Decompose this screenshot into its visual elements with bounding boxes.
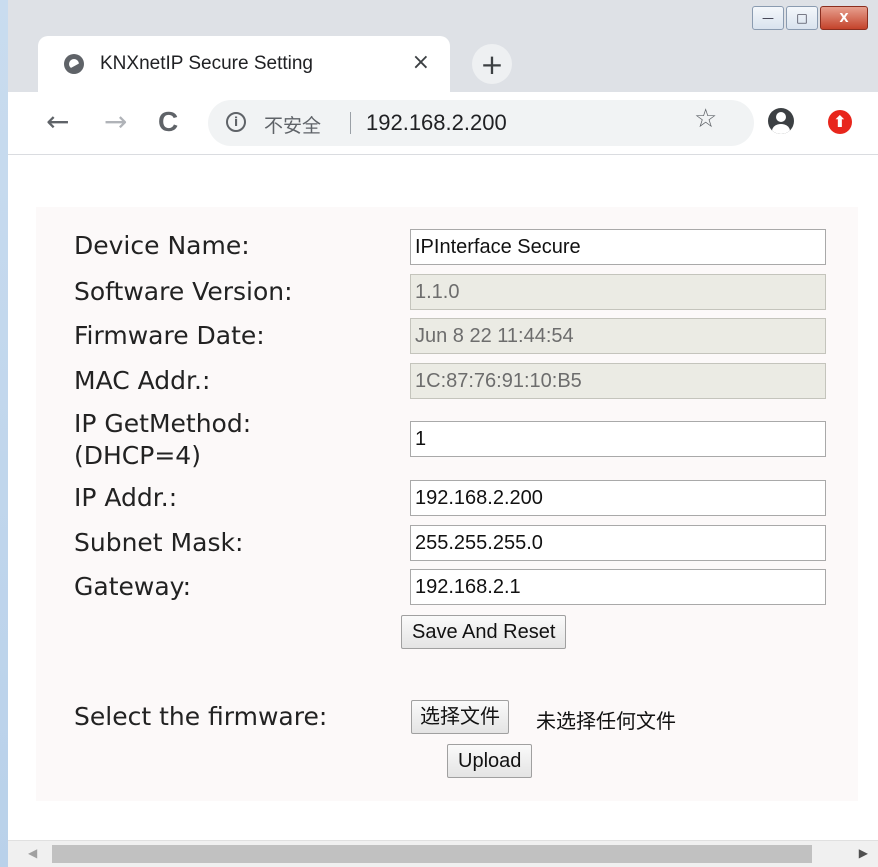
- url-text[interactable]: 192.168.2.200: [366, 110, 507, 136]
- software-version-field: 1.1.0: [410, 274, 826, 310]
- subnet-mask-input[interactable]: 255.255.255.0: [410, 525, 826, 561]
- ip-addr-input[interactable]: 192.168.2.200: [410, 480, 826, 516]
- scroll-thumb[interactable]: [52, 845, 812, 863]
- active-tab[interactable]: KNXnetIP Secure Setting ×: [38, 36, 450, 92]
- bookmark-star-icon[interactable]: ☆: [694, 104, 717, 134]
- ip-getmethod-input[interactable]: 1: [410, 421, 826, 457]
- reload-icon[interactable]: C: [158, 106, 178, 138]
- select-firmware-label: Select the firmware:: [74, 702, 328, 731]
- scroll-left-icon[interactable]: ◀: [28, 846, 37, 860]
- tab-title: KNXnetIP Secure Setting: [100, 53, 313, 74]
- back-arrow-icon[interactable]: ←: [46, 106, 69, 138]
- ip-addr-label: IP Addr.:: [74, 483, 178, 512]
- device-name-label: Device Name:: [74, 231, 250, 260]
- page-content: Device Name: IPInterface Secure Software…: [8, 155, 878, 841]
- new-tab-button[interactable]: +: [472, 44, 512, 84]
- ip-getmethod-hint: (DHCP=4): [74, 441, 201, 470]
- address-bar[interactable]: i 不安全 192.168.2.200: [208, 100, 754, 146]
- mac-addr-field: 1C:87:76:91:10:B5: [410, 363, 826, 399]
- device-name-input[interactable]: IPInterface Secure: [410, 229, 826, 265]
- close-window-button[interactable]: X: [820, 6, 868, 30]
- browser-toolbar: ← → C i 不安全 192.168.2.200: [8, 92, 878, 155]
- extension-icon[interactable]: ⬆: [828, 110, 852, 134]
- info-icon[interactable]: i: [226, 112, 246, 132]
- file-status-text: 未选择任何文件: [536, 709, 676, 733]
- firmware-date-label: Firmware Date:: [74, 321, 265, 350]
- maximize-button[interactable]: □: [786, 6, 818, 30]
- security-label: 不安全: [264, 115, 322, 137]
- software-version-label: Software Version:: [74, 277, 293, 306]
- forward-arrow-icon[interactable]: →: [104, 106, 127, 138]
- subnet-mask-label: Subnet Mask:: [74, 528, 244, 557]
- globe-icon: [64, 54, 84, 74]
- account-icon[interactable]: [768, 108, 794, 134]
- settings-panel: Device Name: IPInterface Secure Software…: [36, 207, 858, 801]
- firmware-date-field: Jun 8 22 11:44:54: [410, 318, 826, 354]
- upload-button[interactable]: Upload: [447, 744, 533, 778]
- scroll-right-icon[interactable]: ▶: [859, 846, 868, 860]
- gateway-input[interactable]: 192.168.2.1: [410, 569, 826, 605]
- tab-strip: — □ X KNXnetIP Secure Setting × +: [8, 0, 878, 92]
- omnibox-divider: [350, 112, 351, 134]
- ip-getmethod-label: IP GetMethod:: [74, 409, 252, 438]
- horizontal-scrollbar[interactable]: ◀ ▶: [8, 840, 878, 867]
- minimize-button[interactable]: —: [752, 6, 784, 30]
- save-and-reset-button[interactable]: Save And Reset: [401, 615, 567, 649]
- tab-close-icon[interactable]: ×: [412, 52, 430, 74]
- gateway-label: Gateway:: [74, 572, 192, 601]
- choose-file-button[interactable]: 选择文件: [411, 700, 509, 734]
- window-controls: — □ X: [750, 6, 868, 32]
- mac-addr-label: MAC Addr.:: [74, 366, 211, 395]
